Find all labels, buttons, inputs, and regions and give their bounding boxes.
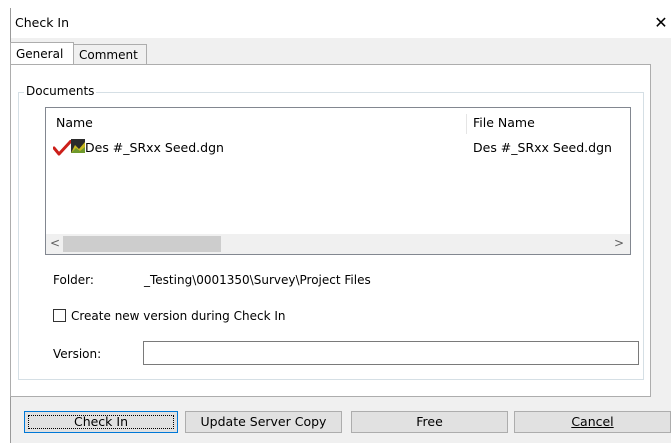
documents-list[interactable]: Name File Name Des #_SRxx Seed.dgn Des #… [45,107,631,255]
check-in-button[interactable]: Check In [24,411,178,433]
documents-group-label: Documents [24,84,97,98]
horizontal-scrollbar[interactable]: < > [46,234,630,254]
cancel-button[interactable]: Cancel [514,411,671,433]
version-label: Version: [53,347,102,361]
tab-comment[interactable]: Comment [74,44,147,64]
column-header-name[interactable]: Name [56,108,93,132]
free-button[interactable]: Free [351,411,508,433]
scroll-right-icon[interactable]: > [614,236,624,250]
document-name: Des #_SRxx Seed.dgn [85,140,224,155]
dgn-document-icon [71,139,85,153]
column-divider[interactable] [466,114,467,134]
scroll-left-icon[interactable]: < [50,236,60,250]
update-server-copy-button[interactable]: Update Server Copy [185,411,342,433]
version-input[interactable] [143,341,639,365]
update-server-copy-label: Update Server Copy [200,414,327,429]
focus-rectangle [28,415,174,429]
list-item[interactable]: Des #_SRxx Seed.dgn Des #_SRxx Seed.dgn [46,136,630,158]
folder-label: Folder: [53,273,94,287]
free-button-label: Free [416,414,443,429]
document-file-name: Des #_SRxx Seed.dgn [473,140,612,155]
create-new-version-label[interactable]: Create new version during Check In [71,309,285,323]
scrollbar-thumb[interactable] [63,236,221,252]
tab-general[interactable]: General [10,42,74,64]
close-icon[interactable]: ✕ [651,12,671,34]
column-header-file-name[interactable]: File Name [473,108,535,132]
window-title: Check In [15,15,70,30]
checkmark-icon [53,140,73,156]
cancel-button-label: Cancel [571,414,614,429]
title-bar: Check In ✕ [11,8,671,38]
folder-path: _Testing\0001350\Survey\Project Files [144,273,371,287]
create-new-version-checkbox[interactable] [53,309,66,322]
